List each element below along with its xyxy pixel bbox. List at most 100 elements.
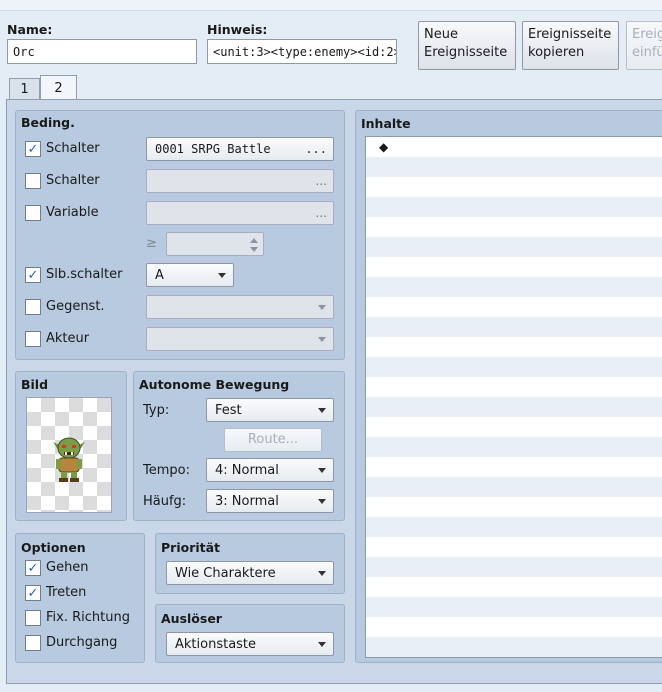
command-marker-icon: ◆ (379, 140, 389, 154)
trigger-dropdown[interactable]: Aktionstaste (166, 632, 334, 656)
movement-type-value: Fest (215, 402, 242, 418)
switch1-ellipsis-icon: ... (305, 142, 327, 156)
switch1-label: Schalter (46, 141, 100, 156)
tab-page-2[interactable]: 2 (40, 75, 77, 101)
orc-sprite-icon (53, 437, 85, 482)
trigger-value: Aktionstaste (175, 636, 257, 652)
list-item[interactable] (366, 377, 662, 397)
list-item[interactable] (366, 157, 662, 177)
list-item[interactable] (366, 537, 662, 557)
self-switch-dropdown[interactable]: A (146, 263, 234, 287)
list-item[interactable] (366, 577, 662, 597)
hint-label: Hinweis: (207, 22, 268, 37)
item-label: Gegenst. (46, 299, 105, 314)
switch2-selector[interactable]: ... (146, 169, 334, 193)
autonomous-movement-title: Autonome Bewegung (139, 377, 290, 392)
contents-list[interactable]: ◆ (365, 136, 662, 658)
list-item[interactable] (366, 477, 662, 497)
list-item[interactable] (366, 397, 662, 417)
spinner-arrows-icon (250, 238, 258, 252)
list-item[interactable] (366, 237, 662, 257)
chevron-down-icon (218, 273, 226, 278)
route-button[interactable]: Route... (224, 428, 322, 452)
list-item[interactable] (366, 597, 662, 617)
list-item[interactable] (366, 257, 662, 277)
variable-checkbox[interactable] (25, 205, 41, 221)
self-switch-checkbox[interactable]: ✓ (25, 267, 41, 283)
new-event-page-line1: Neue (424, 27, 458, 42)
switch1-selector[interactable]: 0001 SRPG Battle ... (146, 137, 334, 161)
paste-event-page-button[interactable]: Ereig einfü (626, 21, 662, 70)
list-item[interactable] (366, 557, 662, 577)
priority-dropdown[interactable]: Wie Charaktere (166, 561, 334, 585)
item-dropdown[interactable] (146, 295, 334, 319)
switch2-label: Schalter (46, 173, 100, 188)
new-event-page-line2: Ereignisseite (424, 45, 508, 60)
walk-anim-checkbox[interactable]: ✓ (25, 560, 41, 576)
list-item[interactable] (366, 637, 662, 657)
variable-label: Variable (46, 205, 99, 220)
event-image-picker[interactable] (26, 397, 112, 513)
gte-symbol: ≥ (146, 236, 157, 251)
list-item[interactable] (366, 437, 662, 457)
frequency-label: Häufg: (143, 494, 187, 509)
name-input[interactable]: Orc (7, 39, 197, 64)
through-checkbox[interactable] (25, 635, 41, 651)
list-item[interactable] (366, 277, 662, 297)
copy-event-page-button[interactable]: Ereignisseite kopieren (522, 21, 619, 70)
actor-checkbox[interactable] (25, 331, 41, 347)
chevron-down-icon (318, 642, 326, 647)
chevron-down-icon (318, 499, 326, 504)
chevron-down-icon (318, 571, 326, 576)
self-switch-value: A (155, 267, 164, 283)
list-item[interactable] (366, 197, 662, 217)
priority-title: Priorität (161, 540, 221, 555)
list-item[interactable] (366, 417, 662, 437)
hint-input[interactable]: <unit:3><type:enemy><id:2> (207, 39, 397, 64)
frequency-dropdown[interactable]: 3: Normal (206, 489, 334, 513)
chevron-down-icon (318, 408, 326, 413)
tab-page-1[interactable]: 1 (9, 78, 40, 100)
list-item[interactable] (366, 337, 662, 357)
item-checkbox[interactable] (25, 299, 41, 315)
copy-event-page-line1: Ereignisseite (528, 27, 612, 42)
paste-event-page-line2: einfü (632, 45, 662, 60)
variable-ellipsis-icon: ... (315, 206, 327, 220)
list-item[interactable] (366, 357, 662, 377)
chevron-down-icon (318, 337, 326, 342)
actor-label: Akteur (46, 331, 90, 346)
list-item[interactable] (366, 217, 662, 237)
list-item[interactable] (366, 517, 662, 537)
self-switch-label: Slb.schalter (46, 267, 123, 282)
variable-value-spinner[interactable] (166, 232, 264, 256)
chevron-down-icon (318, 305, 326, 310)
switch2-checkbox[interactable] (25, 173, 41, 189)
priority-value: Wie Charaktere (175, 565, 276, 581)
switch1-value: 0001 SRPG Battle (155, 142, 271, 156)
actor-dropdown[interactable] (146, 327, 334, 351)
list-item[interactable]: ◆ (366, 137, 662, 157)
frequency-value: 3: Normal (215, 493, 279, 509)
fix-direction-checkbox[interactable] (25, 610, 41, 626)
speed-value: 4: Normal (215, 462, 279, 478)
image-title: Bild (21, 377, 49, 392)
contents-title: Inhalte (361, 116, 411, 131)
movement-type-dropdown[interactable]: Fest (206, 398, 334, 422)
switch1-checkbox[interactable]: ✓ (25, 141, 41, 157)
new-event-page-button[interactable]: Neue Ereignisseite (418, 21, 516, 70)
copy-event-page-line2: kopieren (528, 45, 585, 60)
options-title: Optionen (21, 540, 86, 555)
variable-selector[interactable]: ... (146, 201, 334, 225)
list-item[interactable] (366, 177, 662, 197)
list-item[interactable] (366, 317, 662, 337)
paste-event-page-line1: Ereig (632, 27, 662, 42)
window-top-strip (0, 0, 662, 11)
speed-dropdown[interactable]: 4: Normal (206, 458, 334, 482)
chevron-down-icon (318, 468, 326, 473)
step-anim-checkbox[interactable]: ✓ (25, 585, 41, 601)
movement-type-label: Typ: (143, 403, 170, 418)
list-item[interactable] (366, 457, 662, 477)
list-item[interactable] (366, 617, 662, 637)
list-item[interactable] (366, 497, 662, 517)
list-item[interactable] (366, 297, 662, 317)
